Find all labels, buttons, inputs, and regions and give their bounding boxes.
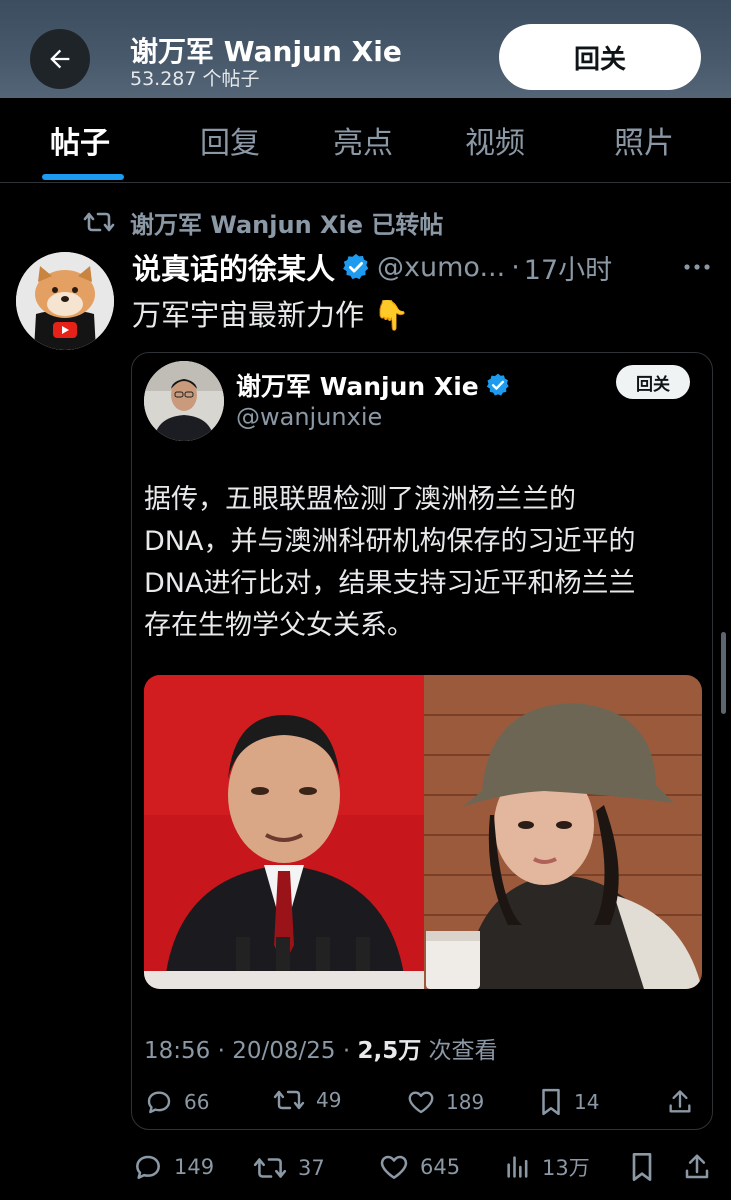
pointing-down-emoji: 👇 xyxy=(373,298,410,332)
post-text: 万军宇宙最新力作 👇 xyxy=(132,292,409,334)
quoted-text-line: 存在生物学父女关系。 xyxy=(144,610,414,641)
more-dots-icon xyxy=(684,264,710,270)
post-header: 说真话的徐某人 @xumo... · 17小时 xyxy=(132,247,612,287)
quoted-author-name[interactable]: 谢万军 Wanjun Xie xyxy=(236,367,511,403)
view-count: 13万 xyxy=(542,1156,590,1180)
repost-text: 谢万军 Wanjun Xie 已转帖 xyxy=(130,210,444,239)
more-options-button[interactable] xyxy=(682,252,712,282)
heart-icon xyxy=(408,1091,434,1114)
profile-header: 谢万军 Wanjun Xie 53.287 个帖子 回关 xyxy=(0,0,731,98)
follow-back-button[interactable]: 回关 xyxy=(499,24,701,90)
repost-count: 37 xyxy=(298,1156,325,1180)
author-avatar[interactable] xyxy=(16,252,114,350)
quoted-post[interactable]: 谢万军 Wanjun Xie @wanjunxie 回关 据传，五眼联盟检测了澳… xyxy=(131,352,713,1130)
arrow-left-icon xyxy=(50,49,70,69)
repost-indicator[interactable]: 谢万军 Wanjun Xie 已转帖 xyxy=(82,204,443,240)
views-label: 次查看 xyxy=(421,1038,498,1064)
quoted-author-handle[interactable]: @wanjunxie xyxy=(236,403,382,431)
tab-replies[interactable]: 回复 xyxy=(200,118,260,162)
like-count: 645 xyxy=(420,1155,461,1179)
quoted-author-avatar[interactable] xyxy=(144,361,224,441)
verified-badge-icon xyxy=(486,373,509,396)
quoted-repost-button[interactable]: 49 xyxy=(272,1087,341,1113)
bookmark-icon xyxy=(542,1088,560,1116)
quoted-like-count: 189 xyxy=(446,1090,485,1114)
repost-icon xyxy=(273,1090,305,1110)
back-button[interactable] xyxy=(30,29,90,89)
tab-videos[interactable]: 视频 xyxy=(465,118,525,162)
bookmark-button[interactable] xyxy=(628,1151,666,1183)
quoted-bookmark-count: 14 xyxy=(574,1090,600,1114)
views-button[interactable]: 13万 xyxy=(504,1151,590,1183)
quoted-post-timestamp[interactable]: 18:56 · 20/08/25 · xyxy=(144,1038,357,1064)
tab-photos[interactable]: 照片 xyxy=(614,118,674,162)
quoted-reply-button[interactable]: 66 xyxy=(144,1087,209,1117)
quoted-text-line: DNA进行比对，结果支持习近平和杨兰兰 xyxy=(144,568,636,599)
post-count: 53.287 个帖子 xyxy=(130,68,260,90)
quoted-author-name-text: 谢万军 Wanjun Xie xyxy=(236,372,479,401)
verified-badge-icon xyxy=(343,253,369,280)
reply-count: 149 xyxy=(174,1155,215,1179)
post-time[interactable]: 17小时 xyxy=(524,248,612,287)
repost-icon xyxy=(253,1158,287,1178)
heart-icon xyxy=(380,1155,408,1179)
active-tab-indicator xyxy=(42,174,124,180)
repost-icon xyxy=(83,212,115,232)
bookmark-icon xyxy=(632,1153,652,1181)
reply-button[interactable]: 149 xyxy=(132,1151,214,1183)
tab-highlights[interactable]: 亮点 xyxy=(333,118,393,162)
quoted-post-text: 据传，五眼联盟检测了澳洲杨兰兰的 DNA，并与澳洲科研机构保存的习近平的 DNA… xyxy=(144,479,704,647)
reply-icon xyxy=(147,1091,171,1114)
quoted-post-meta: 18:56 · 20/08/25 · 2,5万 次查看 xyxy=(144,1031,498,1065)
share-icon xyxy=(685,1154,709,1179)
tab-posts[interactable]: 帖子 xyxy=(50,118,110,162)
profile-tabs: 帖子 回复 亮点 视频 照片 xyxy=(0,98,731,183)
analytics-icon xyxy=(507,1156,528,1178)
quoted-reply-count: 66 xyxy=(184,1090,210,1114)
quoted-follow-back-button[interactable]: 回关 xyxy=(616,365,690,399)
meta-separator: · xyxy=(511,251,520,283)
quoted-like-button[interactable]: 189 xyxy=(406,1087,484,1117)
quoted-bookmark-button[interactable]: 14 xyxy=(538,1087,599,1117)
quoted-repost-count: 49 xyxy=(316,1088,342,1112)
quoted-share-button[interactable] xyxy=(666,1087,704,1117)
reply-icon xyxy=(136,1155,160,1179)
post-body: 万军宇宙最新力作 xyxy=(132,298,365,332)
quoted-text-line: 据传，五眼联盟检测了澳洲杨兰兰的 xyxy=(144,484,576,515)
quoted-view-count: 2,5万 xyxy=(357,1038,422,1064)
scrollbar[interactable] xyxy=(721,632,726,714)
post-author-name[interactable]: 说真话的徐某人 xyxy=(132,246,335,288)
share-button[interactable] xyxy=(682,1151,722,1183)
quoted-text-line: DNA，并与澳洲科研机构保存的习近平的 xyxy=(144,526,636,557)
like-button[interactable]: 645 xyxy=(378,1151,460,1183)
share-icon xyxy=(669,1090,691,1113)
repost-button[interactable]: 37 xyxy=(252,1154,325,1182)
quoted-post-image[interactable] xyxy=(144,675,702,989)
post-author-handle[interactable]: @xumo... xyxy=(377,252,505,283)
